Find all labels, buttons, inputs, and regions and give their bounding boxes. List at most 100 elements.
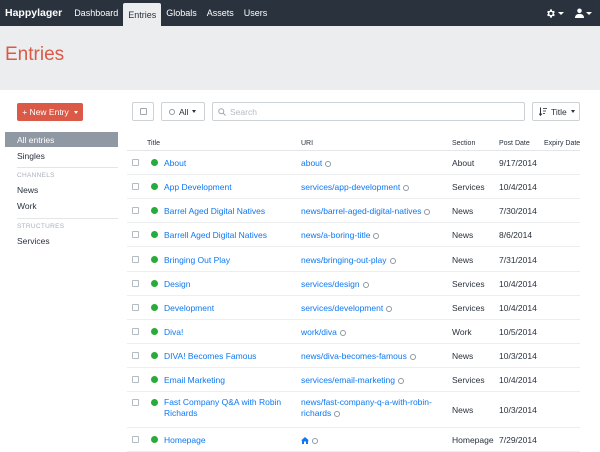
row-checkbox[interactable]	[132, 183, 139, 190]
entry-title-link[interactable]: Development	[164, 303, 304, 314]
entry-section: News	[452, 206, 474, 216]
nav-entries[interactable]: Entries	[123, 3, 162, 26]
entry-section: Services	[452, 182, 485, 192]
entry-uri-link[interactable]: work/diva	[301, 327, 337, 337]
entry-title-link[interactable]: Bringing Out Play	[164, 255, 304, 266]
entry-section: News	[452, 405, 474, 415]
table-row[interactable]: Email Marketing services/email-marketing S…	[127, 368, 580, 392]
entry-post-date: 10/3/2014	[499, 351, 537, 361]
column-header-uri[interactable]: URI	[301, 140, 313, 147]
nav-users[interactable]: Users	[239, 0, 273, 26]
entry-uri-link[interactable]: about	[301, 158, 322, 168]
external-link-icon[interactable]	[386, 306, 393, 312]
table-row[interactable]: Barrel Aged Digital Natives news/barrel-a…	[127, 199, 580, 223]
select-all-checkbox[interactable]	[132, 102, 154, 121]
chevron-down-icon	[570, 110, 575, 113]
external-link-icon[interactable]	[334, 411, 341, 417]
row-checkbox[interactable]	[132, 159, 139, 166]
external-link-icon[interactable]	[409, 354, 416, 360]
entry-uri-link[interactable]: services/app-development	[301, 182, 400, 192]
status-live-icon	[151, 231, 158, 238]
external-link-icon[interactable]	[312, 438, 318, 444]
entry-uri-link[interactable]: news/a-boring-title	[301, 230, 370, 240]
column-header-title[interactable]: Title	[147, 140, 160, 147]
column-header-post-date[interactable]: Post Date	[499, 140, 530, 147]
row-checkbox[interactable]	[132, 280, 139, 287]
entry-uri: news/bringing-out-play	[301, 255, 446, 266]
entry-uri-link[interactable]: news/barrel-aged-digital-natives	[301, 206, 421, 216]
entry-uri-link[interactable]: news/diva-becomes-famous	[301, 351, 407, 361]
sidebar-item-all-entries[interactable]: All entries	[5, 132, 118, 147]
table-row[interactable]: Development services/development Services 1…	[127, 296, 580, 320]
row-checkbox[interactable]	[132, 399, 139, 406]
row-checkbox[interactable]	[132, 256, 139, 263]
external-link-icon[interactable]	[389, 258, 396, 264]
status-live-icon	[151, 328, 158, 335]
entry-post-date: 10/4/2014	[499, 279, 537, 289]
row-checkbox[interactable]	[132, 436, 139, 443]
entry-title-link[interactable]: Fast Company Q&A with Robin Richards	[164, 397, 304, 419]
entry-uri-link[interactable]: services/design	[301, 279, 360, 289]
row-checkbox[interactable]	[132, 231, 139, 238]
entry-uri: services/development	[301, 303, 446, 314]
user-menu[interactable]	[575, 8, 592, 18]
search-box[interactable]	[212, 102, 525, 121]
entry-uri-link[interactable]: services/development	[301, 303, 383, 313]
sidebar-item-services[interactable]: Services	[5, 233, 118, 248]
table-row[interactable]: Design services/design Services 10/4/2014	[127, 272, 580, 296]
entry-uri-link[interactable]: services/email-marketing	[301, 375, 395, 385]
sort-button[interactable]: Title	[532, 102, 580, 121]
sidebar-item-work[interactable]: Work	[5, 198, 118, 213]
entry-title-link[interactable]: App Development	[164, 182, 304, 193]
external-link-icon[interactable]	[403, 185, 410, 191]
entry-title-link[interactable]: Homepage	[164, 435, 304, 446]
new-entry-button[interactable]: + New Entry	[17, 103, 83, 121]
settings-menu[interactable]	[545, 8, 564, 19]
external-link-icon[interactable]	[325, 161, 332, 167]
entry-title-link[interactable]: Email Marketing	[164, 375, 304, 386]
site-name[interactable]: Happylager	[0, 0, 69, 26]
row-checkbox[interactable]	[132, 207, 139, 214]
table-row[interactable]: Homepage Homepage 7/29/2014	[127, 428, 580, 452]
entry-uri-link[interactable]	[301, 435, 309, 445]
entry-section: Services	[452, 375, 485, 385]
entry-title-link[interactable]: Barrell Aged Digital Natives	[164, 230, 304, 241]
entry-uri-link[interactable]: news/bringing-out-play	[301, 255, 387, 265]
table-row[interactable]: Bringing Out Play news/bringing-out-play N…	[127, 247, 580, 272]
column-header-section[interactable]: Section	[452, 140, 475, 147]
entry-title-link[interactable]: Design	[164, 279, 304, 290]
entry-title-link[interactable]: Barrel Aged Digital Natives	[164, 206, 304, 217]
status-filter-button[interactable]: All	[161, 102, 205, 121]
sidebar-item-news[interactable]: News	[5, 182, 118, 197]
sidebar-item-singles[interactable]: Singles	[5, 148, 118, 163]
status-live-icon	[151, 256, 158, 263]
entry-section: News	[452, 230, 474, 240]
entry-title-link[interactable]: DIVA! Becomes Famous	[164, 351, 304, 362]
column-header-expiry-date[interactable]: Expiry Date	[544, 140, 580, 147]
entry-title-link[interactable]: Diva!	[164, 327, 304, 338]
external-link-icon[interactable]	[424, 209, 431, 215]
nav-assets[interactable]: Assets	[202, 0, 239, 26]
external-link-icon[interactable]	[362, 282, 369, 288]
external-link-icon[interactable]	[398, 378, 404, 384]
table-row[interactable]: App Development services/app-development S…	[127, 175, 580, 199]
external-link-icon[interactable]	[339, 330, 346, 336]
entry-post-date: 9/17/2014	[499, 158, 537, 168]
external-link-icon[interactable]	[373, 233, 380, 239]
entry-post-date: 10/4/2014	[499, 303, 537, 313]
search-input[interactable]	[230, 106, 510, 117]
row-checkbox[interactable]	[132, 328, 139, 335]
nav-dashboard[interactable]: Dashboard	[69, 0, 123, 26]
table-row[interactable]: Fast Company Q&A with Robin Richards news…	[127, 392, 580, 428]
main-panel: + New Entry All entries Singles CHANNELS…	[0, 90, 600, 452]
table-row[interactable]: Diva! work/diva Work 10/5/2014	[127, 320, 580, 344]
table-row[interactable]: Barrell Aged Digital Natives news/a-borin…	[127, 223, 580, 247]
table-row[interactable]: About about About 9/17/2014	[127, 151, 580, 175]
row-checkbox[interactable]	[132, 304, 139, 311]
row-checkbox[interactable]	[132, 352, 139, 359]
entry-uri-link[interactable]: news/fast-company-q-a-with-robin-richard…	[301, 397, 432, 418]
nav-globals[interactable]: Globals	[161, 0, 202, 26]
entry-title-link[interactable]: About	[164, 158, 304, 169]
table-row[interactable]: DIVA! Becomes Famous news/diva-becomes-fa…	[127, 344, 580, 368]
row-checkbox[interactable]	[132, 376, 139, 383]
